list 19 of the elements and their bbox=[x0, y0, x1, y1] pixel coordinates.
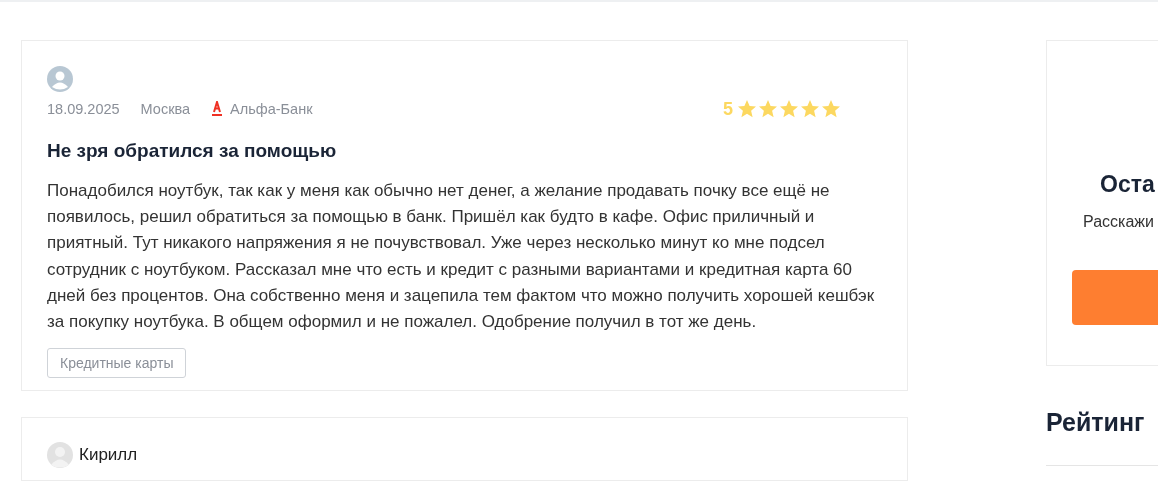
user-icon bbox=[47, 66, 73, 92]
bank-name: Альфа-Банк bbox=[230, 101, 313, 117]
rating-value: 5 bbox=[723, 98, 733, 120]
category-tag[interactable]: Кредитные карты bbox=[47, 348, 187, 379]
review-city: Москва bbox=[140, 101, 191, 117]
star-icon bbox=[737, 99, 757, 119]
rating-title: Рейтинг bbox=[1046, 408, 1146, 437]
bank-logo-icon bbox=[211, 101, 224, 117]
star-icon bbox=[821, 99, 841, 119]
user-icon bbox=[47, 442, 73, 469]
review-date: 18.09.2025 bbox=[47, 101, 120, 117]
star-icon bbox=[779, 99, 799, 119]
cta-title: Оста bbox=[1099, 171, 1156, 198]
star-icon bbox=[758, 99, 778, 119]
review-text: Понадобился ноутбук, так как у меня как обычно нет денег, а желание продавать почку все ещё не появилось, решил обратиться за помощью в банк. Пришёл как будто в кафе. Офис приличный и приятный. Тут никакого напряжения я не почувствовал. Уже через несколько минут ко мне подсел сотрудник с ноутбуком. Рассказал мне что есть и кредит с разными вариантами и кредитная карта 60 дней без процентов. Она собственно меня и зацепила тем фактом что можно получить хорошей кешбэк за покупку ноутбука. В общем оформил и не пожалел. Одобрение получил в тот же день. bbox=[47, 180, 876, 333]
review-title: Не зря обратился за помощью bbox=[47, 140, 338, 162]
author-name: Кирилл bbox=[79, 445, 138, 466]
star-icon bbox=[800, 99, 820, 119]
cta-text: Расскажи bbox=[1082, 213, 1155, 231]
